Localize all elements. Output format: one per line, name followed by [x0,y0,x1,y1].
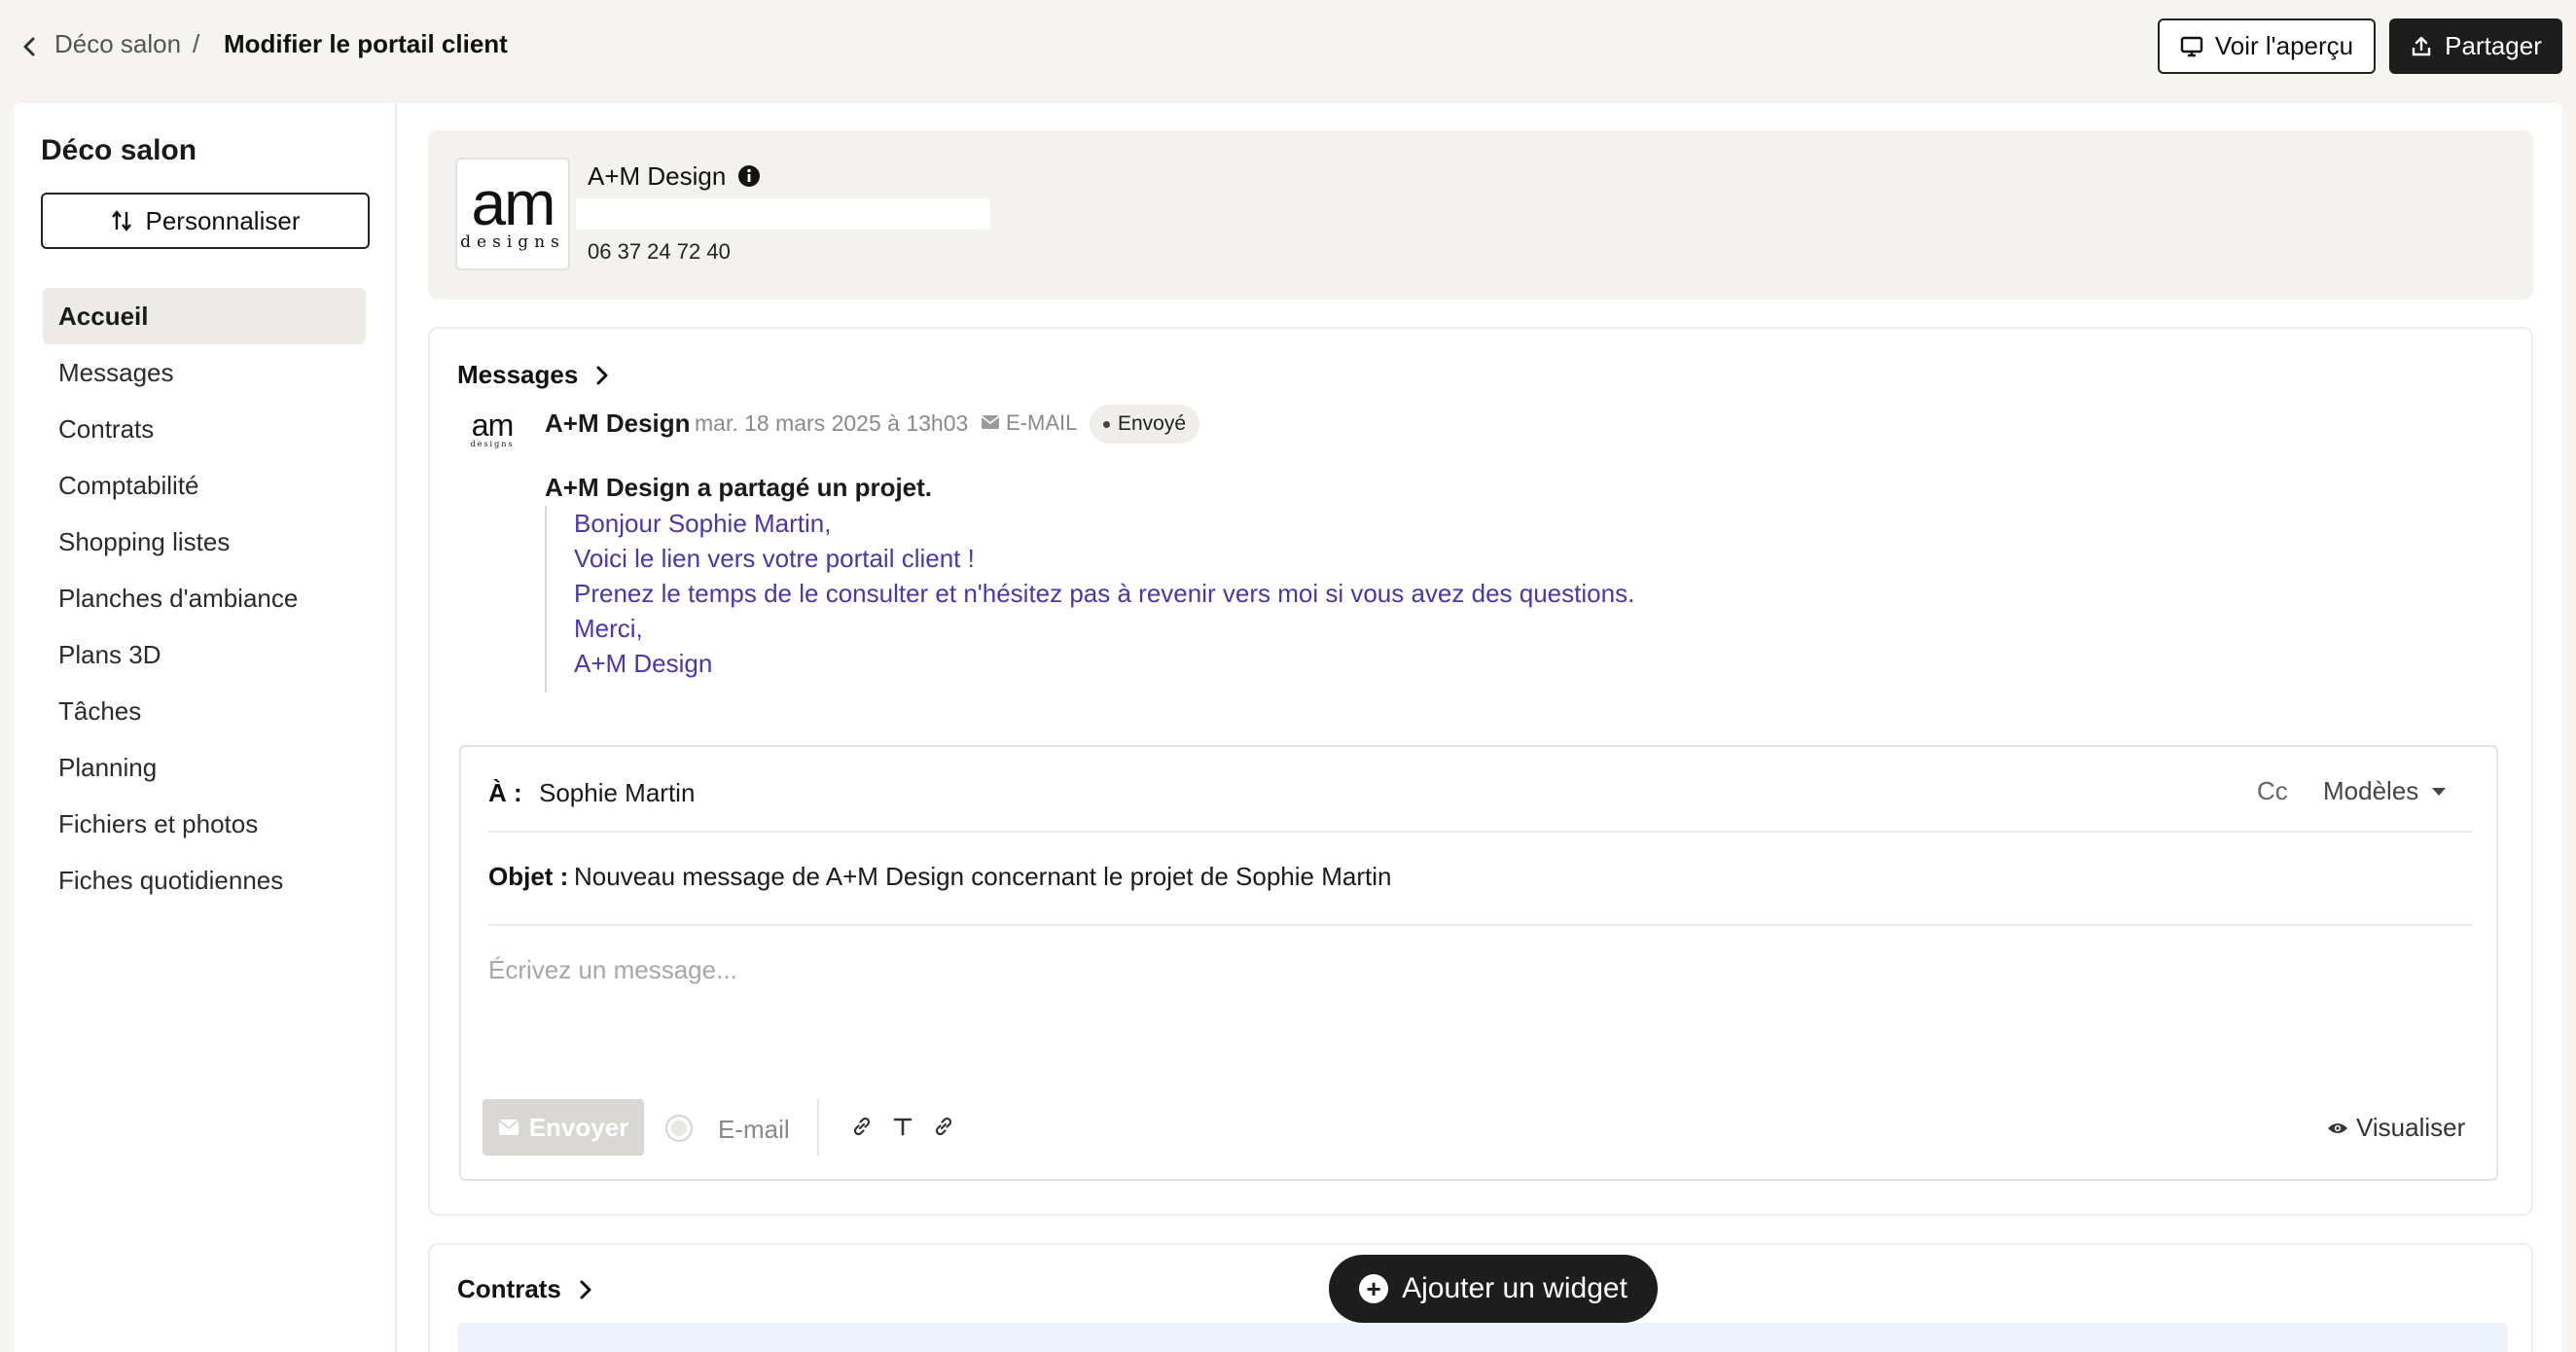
subject-label: Objet : [488,862,569,891]
toolbar-divider [817,1099,819,1156]
share-icon [2412,36,2431,55]
sidebar: Déco salon Personnaliser Accueil Message… [14,103,397,1352]
messages-section-title: Messages [457,360,579,389]
company-phone: 06 37 24 72 40 [588,239,731,264]
mail-icon [498,1120,519,1135]
mail-icon [981,415,1000,429]
company-address-field [576,198,990,230]
sidebar-item-planning[interactable]: Planning [43,739,366,796]
message-body: Bonjour Sophie Martin, Voici le lien ver… [545,506,1712,693]
avatar: am designs [465,408,519,453]
message-timestamp: mar. 18 mars 2025 à 13h03 [695,410,969,436]
breadcrumb-separator: / [193,29,200,58]
add-widget-button[interactable]: + Ajouter un widget [1329,1255,1658,1323]
divider [488,831,2473,833]
sidebar-item-fiches-quotidiennes[interactable]: Fiches quotidiennes [43,852,366,908]
message-line: Merci, [574,614,643,643]
sidebar-nav: Accueil Messages Contrats Comptabilité S… [43,288,366,908]
message-composer: À : Sophie Martin Cc Modèles Objet : Nou… [459,745,2498,1181]
chevron-left-icon[interactable] [19,33,39,60]
preview-button[interactable]: Voir l'aperçu [2158,18,2376,74]
message-input[interactable] [488,938,2473,1084]
message-line: Voici le lien vers votre portail client … [574,544,975,573]
email-channel-label: E-mail [718,1115,790,1144]
send-button-label: Envoyer [528,1112,629,1142]
status-dot-icon [1103,420,1110,428]
share-button[interactable]: Partager [2389,18,2562,74]
status-badge-label: Envoyé [1118,412,1187,435]
company-name: A+M Design [588,161,727,191]
templates-dropdown[interactable]: Modèles [2323,776,2447,806]
message-channel: E-MAIL [1006,410,1078,435]
company-header-card[interactable]: am designs A+M Design 06 37 24 72 40 [428,130,2533,300]
chevron-right-icon [580,1280,591,1299]
eye-icon [2328,1122,2347,1133]
message-heading: A+M Design a partagé un projet. [545,473,933,502]
messages-widget: Messages am designs A+M Design mar. 18 m… [428,327,2533,1216]
contracts-section-title: Contrats [457,1274,561,1303]
preview-button-label: Voir l'aperçu [2214,31,2354,60]
chevron-right-icon [596,366,608,384]
sidebar-item-messages[interactable]: Messages [43,344,366,401]
logo-mark: am [471,168,556,238]
visualize-button[interactable]: Visualiser [2327,1113,2465,1143]
divider [488,924,2473,926]
top-bar: Déco salon / Modifier le portail client … [0,0,2576,93]
recipient-label: À : [488,778,522,807]
message-line: Bonjour Sophie Martin, [574,509,832,538]
plus-circle-icon: + [1359,1274,1389,1303]
share-button-label: Partager [2445,31,2542,60]
status-badge: Envoyé [1090,405,1200,444]
sidebar-item-comptabilite[interactable]: Comptabilité [43,457,366,514]
customize-button-label: Personnaliser [145,205,301,235]
avatar-mark: am [471,408,514,443]
messages-section-link[interactable]: Messages [457,360,611,390]
sliders-icon [111,210,131,231]
monitor-icon [2180,36,2203,56]
sidebar-item-fichiers-photos[interactable]: Fichiers et photos [43,796,366,852]
sidebar-item-accueil[interactable]: Accueil [43,288,366,344]
contracts-content [457,1323,2508,1352]
page-title: Modifier le portail client [224,29,508,58]
subject-field[interactable]: Nouveau message de A+M Design concernant… [574,862,1391,892]
info-icon[interactable] [737,164,761,188]
text-format-icon[interactable] [891,1115,914,1138]
recipient-field[interactable]: Sophie Martin [539,778,695,808]
sidebar-item-contrats[interactable]: Contrats [43,401,366,457]
logo-subtitle: designs [460,232,565,252]
templates-dropdown-label: Modèles [2323,776,2419,805]
add-widget-button-label: Ajouter un widget [1402,1272,1628,1304]
caret-down-icon [2432,787,2447,796]
sidebar-item-shopping-listes[interactable]: Shopping listes [43,514,366,570]
radio-dot-icon [671,1121,687,1136]
visualize-button-label: Visualiser [2356,1113,2466,1142]
message-author: A+M Design [545,409,691,438]
message-line: A+M Design [574,649,713,678]
attachment-icon[interactable] [850,1115,874,1138]
send-button[interactable]: Envoyer [483,1099,644,1156]
customize-button[interactable]: Personnaliser [41,193,370,249]
email-channel-radio[interactable] [665,1115,693,1142]
sidebar-item-plans-3d[interactable]: Plans 3D [43,626,366,683]
contracts-section-link[interactable]: Contrats [457,1274,594,1304]
link-icon[interactable] [932,1115,955,1138]
sidebar-title: Déco salon [41,134,197,166]
sidebar-item-taches[interactable]: Tâches [43,683,366,739]
breadcrumb-project[interactable]: Déco salon [54,29,181,59]
avatar-subtitle: designs [470,440,515,448]
company-logo[interactable]: am designs [455,158,570,270]
cc-button[interactable]: Cc [2257,776,2288,806]
message-line: Prenez le temps de le consulter et n'hés… [574,579,1635,608]
sidebar-item-planches-ambiance[interactable]: Planches d'ambiance [43,570,366,626]
